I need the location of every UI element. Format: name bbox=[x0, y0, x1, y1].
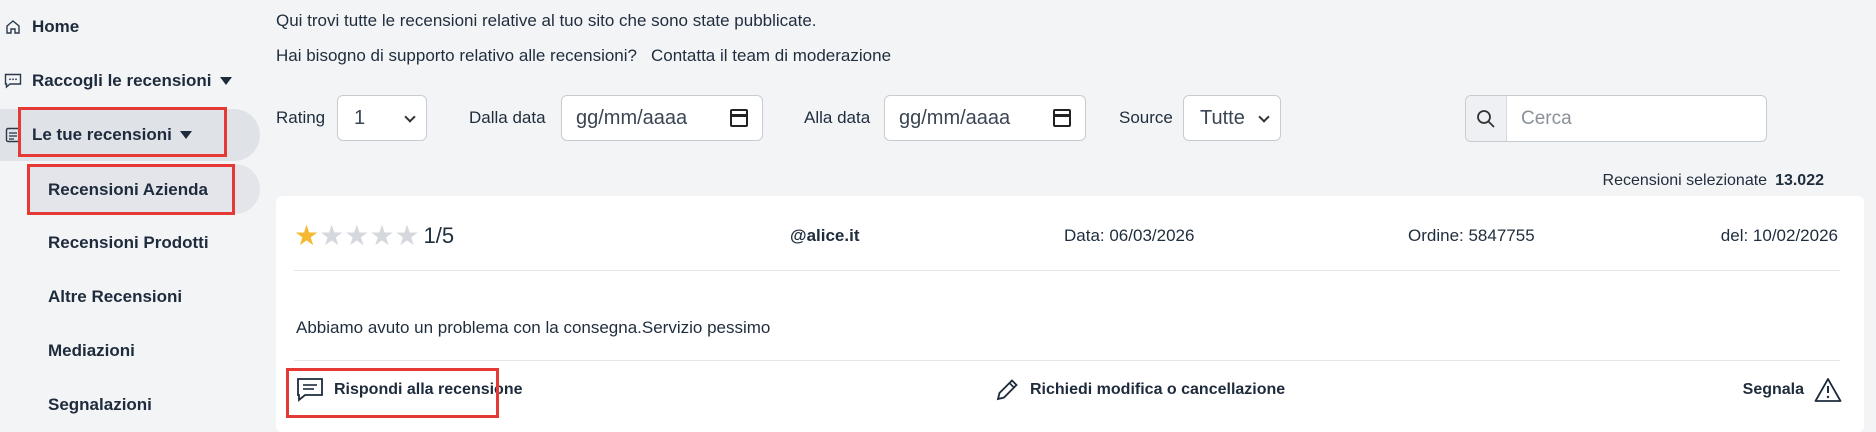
sidebar-item-label: Home bbox=[32, 17, 80, 36]
rating-text: 1/5 bbox=[423, 223, 455, 248]
rating-select[interactable]: 1 bbox=[337, 95, 427, 141]
sidebar: Home Raccogli le recensioni Le tue recen… bbox=[0, 0, 262, 432]
support-question: Hai bisogno di supporto relativo alle re… bbox=[276, 46, 637, 65]
selected-number: 13.022 bbox=[1775, 172, 1824, 189]
sidebar-item-label: Raccogli le recensioni bbox=[32, 71, 212, 90]
review-card: ★ ★ ★ ★ ★ 1/5 @alice.it Data: 06/03/2026… bbox=[276, 196, 1864, 432]
reviewer-email: @alice.it bbox=[790, 226, 860, 245]
star-empty-icon: ★ bbox=[344, 220, 370, 251]
divider bbox=[294, 360, 1840, 361]
highlight-box bbox=[18, 107, 227, 157]
intro-text: Qui trovi tutte le recensioni relative a… bbox=[276, 11, 817, 30]
chevron-down-icon bbox=[404, 111, 416, 123]
highlight-box bbox=[27, 164, 235, 215]
support-line: Hai bisogno di supporto relativo alle re… bbox=[276, 46, 891, 66]
from-date-value: gg/mm/aaaa bbox=[576, 106, 688, 129]
rating-label: Rating bbox=[276, 108, 326, 127]
calendar-icon[interactable] bbox=[730, 109, 748, 127]
from-date-input[interactable]: gg/mm/aaaa bbox=[561, 95, 763, 141]
caret-down-icon bbox=[219, 77, 232, 85]
rating-stars: ★ ★ ★ ★ ★ 1/5 bbox=[294, 222, 454, 250]
main-content: Qui trovi tutte le recensioni relative a… bbox=[262, 0, 1876, 432]
chat-icon bbox=[4, 72, 22, 90]
source-select[interactable]: Tutte bbox=[1183, 95, 1281, 141]
selected-count: Recensioni selezionate 13.022 bbox=[1603, 172, 1824, 190]
search-input[interactable] bbox=[1507, 96, 1766, 141]
order-date: del: 10/02/2026 bbox=[1720, 226, 1838, 245]
selected-label: Recensioni selezionate bbox=[1602, 172, 1768, 189]
sidebar-subitem-recensioni-prodotti[interactable]: Recensioni Prodotti bbox=[48, 233, 209, 253]
source-label: Source bbox=[1119, 108, 1173, 127]
calendar-icon[interactable] bbox=[1053, 109, 1071, 127]
from-date-label: Dalla data bbox=[469, 108, 546, 127]
request-edit-button[interactable]: Richiedi modifica o cancellazione bbox=[994, 377, 1285, 403]
pencil-icon bbox=[994, 377, 1020, 403]
review-date: Data: 06/03/2026 bbox=[1064, 226, 1195, 245]
rating-value: 1 bbox=[354, 106, 366, 129]
star-empty-icon: ★ bbox=[369, 220, 395, 251]
to-date-label: Alla data bbox=[804, 108, 871, 127]
search-button[interactable] bbox=[1466, 96, 1507, 141]
sidebar-item-raccogli[interactable]: Raccogli le recensioni bbox=[0, 71, 232, 91]
sidebar-item-home[interactable]: Home bbox=[0, 17, 79, 37]
sidebar-subitem-mediazioni[interactable]: Mediazioni bbox=[48, 341, 135, 361]
warning-icon bbox=[1814, 377, 1842, 403]
highlight-box bbox=[286, 368, 499, 418]
report-label: Segnala bbox=[1742, 381, 1804, 398]
review-text: Abbiamo avuto un problema con la consegn… bbox=[296, 318, 771, 337]
divider bbox=[294, 270, 1840, 271]
search-box bbox=[1465, 95, 1767, 142]
star-filled-icon: ★ bbox=[294, 220, 320, 251]
source-value: Tutte bbox=[1200, 106, 1245, 129]
chevron-down-icon bbox=[1258, 111, 1270, 123]
star-empty-icon: ★ bbox=[319, 220, 345, 251]
to-date-input[interactable]: gg/mm/aaaa bbox=[884, 95, 1086, 141]
to-date-value: gg/mm/aaaa bbox=[899, 106, 1011, 129]
star-empty-icon: ★ bbox=[394, 220, 420, 251]
report-button[interactable]: Segnala bbox=[1743, 377, 1842, 403]
home-icon bbox=[4, 18, 22, 36]
order-number: Ordine: 5847755 bbox=[1408, 226, 1535, 245]
search-icon bbox=[1477, 109, 1495, 128]
contact-moderation-link[interactable]: Contatta il team di moderazione bbox=[651, 46, 891, 65]
sidebar-subitem-altre-recensioni[interactable]: Altre Recensioni bbox=[48, 287, 182, 307]
sidebar-subitem-segnalazioni[interactable]: Segnalazioni bbox=[48, 395, 152, 415]
request-edit-label: Richiedi modifica o cancellazione bbox=[1030, 381, 1286, 398]
